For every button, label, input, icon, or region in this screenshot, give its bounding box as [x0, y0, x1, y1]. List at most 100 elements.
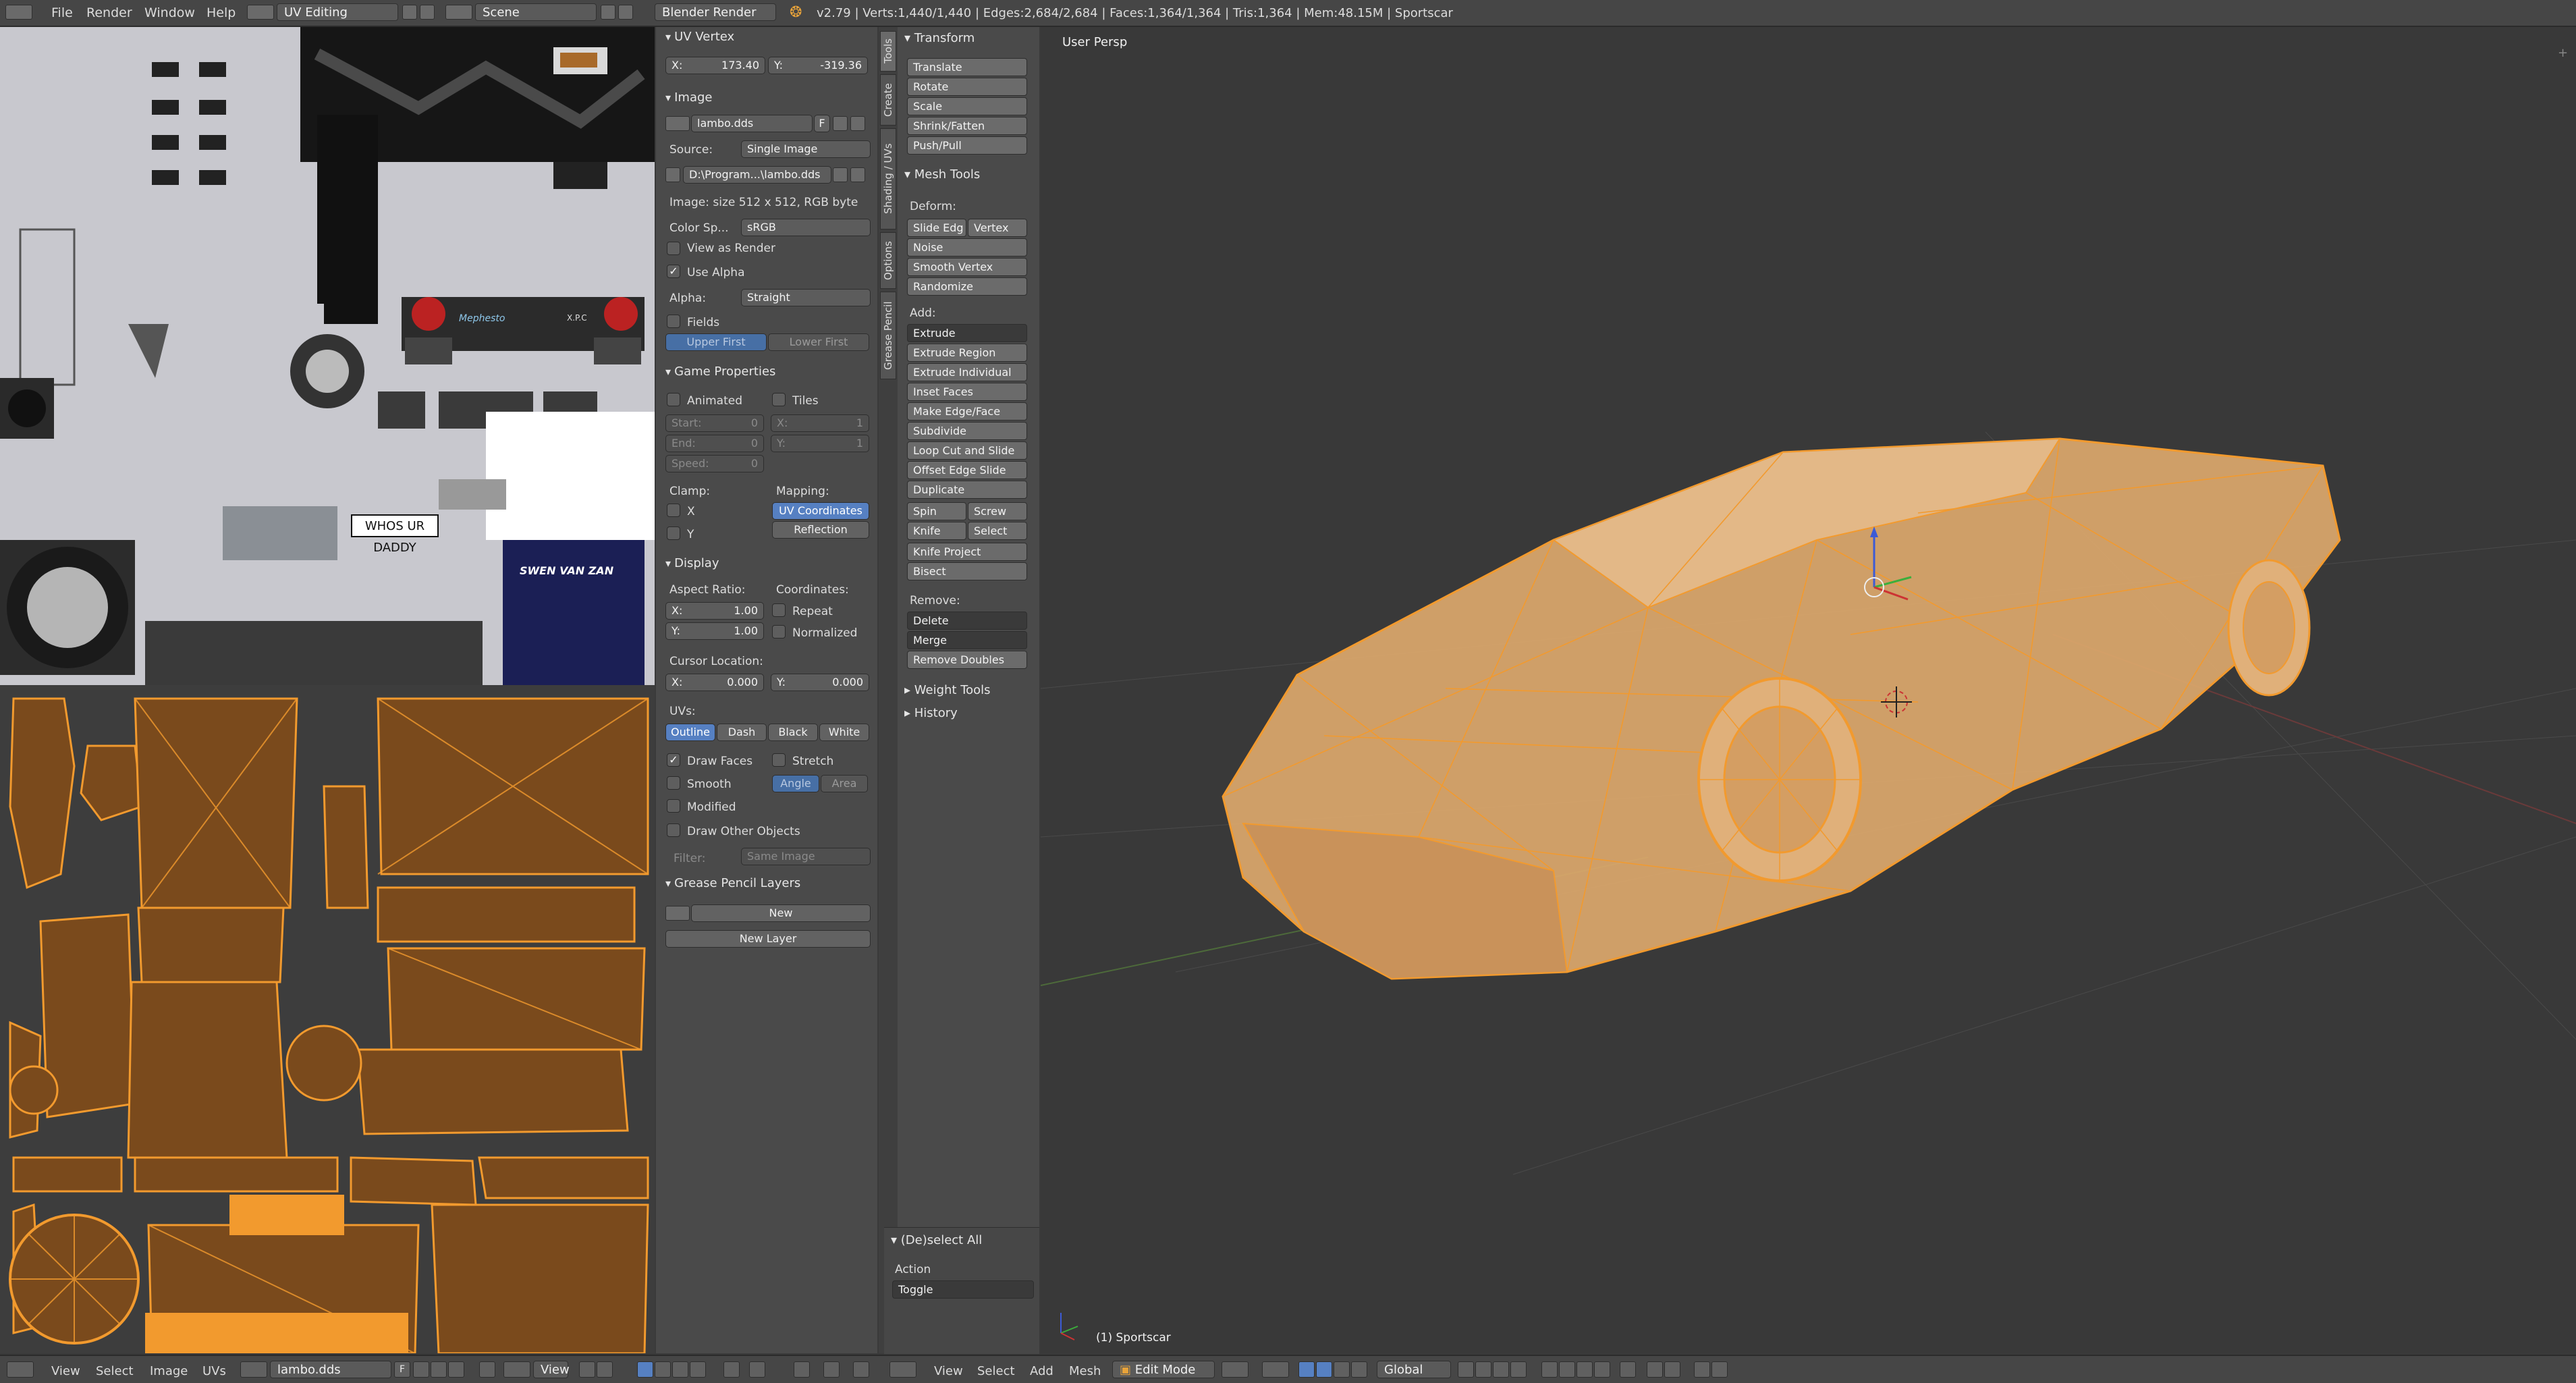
- proportional-editing-icon[interactable]: [1620, 1361, 1636, 1378]
- offset-edge-slide-button[interactable]: Offset Edge Slide: [907, 461, 1027, 479]
- lower-first-toggle[interactable]: Lower First: [768, 333, 869, 351]
- pivot-point-icon[interactable]: [1262, 1361, 1289, 1378]
- reflection-toggle[interactable]: Reflection: [772, 521, 869, 539]
- limit-selection-icon[interactable]: [1594, 1361, 1610, 1378]
- scale-manipulator-icon[interactable]: [1351, 1361, 1367, 1378]
- browse-path-icon[interactable]: [833, 167, 848, 182]
- new-image-icon[interactable]: [413, 1361, 429, 1378]
- mode-view-icon[interactable]: [503, 1361, 530, 1378]
- v3d-menu-select[interactable]: Select: [977, 1364, 1015, 1378]
- face-select-mode-icon[interactable]: [1577, 1361, 1593, 1378]
- knife-project-button[interactable]: Knife Project: [907, 543, 1027, 561]
- draw-faces-checkbox[interactable]: ✓: [667, 753, 680, 767]
- aspect-y-field[interactable]: Y: 1.00: [665, 622, 764, 640]
- knife-select-button[interactable]: Select: [968, 522, 1027, 540]
- spin-button[interactable]: Spin: [907, 502, 966, 520]
- snap-element-icon[interactable]: [1664, 1361, 1680, 1378]
- screen-layout-icon[interactable]: [247, 5, 274, 20]
- snap-icon[interactable]: [794, 1361, 810, 1378]
- view-as-render-checkbox[interactable]: [667, 242, 680, 255]
- menu-window[interactable]: Window: [144, 5, 195, 20]
- image-browse-icon[interactable]: [665, 116, 690, 131]
- use-alpha-checkbox[interactable]: ✓: [667, 265, 680, 278]
- cursor-x-field[interactable]: X: 0.000: [665, 674, 764, 691]
- viewport-shading-icon[interactable]: [1222, 1361, 1249, 1378]
- unlink-image-icon-bottom[interactable]: [448, 1361, 464, 1378]
- uv-draw-dash-toggle[interactable]: Dash: [717, 724, 767, 741]
- uv-islands[interactable]: [0, 685, 655, 1353]
- action-dropdown[interactable]: Toggle: [892, 1280, 1034, 1299]
- uv-vertex-y-field[interactable]: Y: -319.36: [768, 57, 868, 74]
- anim-end-field[interactable]: End: 0: [665, 435, 764, 452]
- sync-selection-icon[interactable]: [597, 1361, 613, 1378]
- opengl-render-icon[interactable]: [1694, 1361, 1710, 1378]
- section-uv-vertex[interactable]: UV Vertex: [665, 30, 734, 44]
- merge-dropdown[interactable]: Merge: [907, 631, 1027, 649]
- stretch-angle-toggle[interactable]: Angle: [772, 775, 819, 792]
- smooth-checkbox[interactable]: [667, 776, 680, 790]
- tab-tools[interactable]: Tools: [880, 31, 896, 72]
- v3d-menu-mesh[interactable]: Mesh: [1069, 1364, 1101, 1378]
- draw-other-objects-checkbox[interactable]: [667, 823, 680, 837]
- fields-checkbox[interactable]: [667, 315, 680, 328]
- uv-menu-uvs[interactable]: UVs: [202, 1364, 226, 1378]
- normalized-checkbox[interactable]: [772, 625, 786, 639]
- pivot-icon[interactable]: [579, 1361, 595, 1378]
- vertex-select-icon[interactable]: [637, 1361, 653, 1378]
- island-select-icon[interactable]: [690, 1361, 706, 1378]
- vertex-select-mode-icon[interactable]: [1541, 1361, 1558, 1378]
- stretch-checkbox[interactable]: [772, 753, 786, 767]
- translate-manipulator-icon[interactable]: [1316, 1361, 1332, 1378]
- tiles-checkbox[interactable]: [772, 393, 786, 406]
- tab-options[interactable]: Options: [880, 232, 896, 289]
- layer-icon-4[interactable]: [1510, 1361, 1527, 1378]
- add-layout-icon[interactable]: [402, 5, 417, 20]
- fake-user-icon-bottom[interactable]: F: [394, 1361, 410, 1378]
- aspect-x-field[interactable]: X: 1.00: [665, 602, 764, 620]
- extrude-dropdown[interactable]: Extrude: [907, 324, 1027, 342]
- section-history[interactable]: ▸ History: [904, 706, 958, 720]
- push-pull-button[interactable]: Push/Pull: [907, 136, 1027, 155]
- layer-icon-3[interactable]: [1493, 1361, 1509, 1378]
- section-grease-pencil[interactable]: Grease Pencil Layers: [665, 876, 800, 890]
- animated-checkbox[interactable]: [667, 393, 680, 406]
- smooth-vertex-button[interactable]: Smooth Vertex: [907, 258, 1027, 276]
- anim-start-field[interactable]: Start: 0: [665, 414, 764, 432]
- layer-icon-2[interactable]: [1475, 1361, 1491, 1378]
- uv-menu-select[interactable]: Select: [96, 1364, 134, 1378]
- image-path-field[interactable]: D:\Program...\lambo.dds: [683, 166, 831, 184]
- clamp-x-checkbox[interactable]: [667, 504, 680, 517]
- knife-button[interactable]: Knife: [907, 522, 966, 540]
- menu-help[interactable]: Help: [207, 5, 236, 20]
- uv-vertex-x-field[interactable]: X: 173.40: [665, 57, 765, 74]
- make-edge-face-button[interactable]: Make Edge/Face: [907, 402, 1027, 421]
- 3d-view-editor-type-icon[interactable]: [889, 1361, 916, 1378]
- new-layer-button[interactable]: New Layer: [665, 930, 871, 948]
- repeat-checkbox[interactable]: [772, 603, 786, 617]
- section-display[interactable]: Display: [665, 556, 719, 570]
- auto-update-icon[interactable]: [823, 1361, 840, 1378]
- tiles-x-field[interactable]: X: 1: [771, 414, 869, 432]
- inset-faces-button[interactable]: Inset Faces: [907, 383, 1027, 401]
- reload-image-icon[interactable]: [850, 167, 865, 182]
- snapping-icon[interactable]: [1647, 1361, 1663, 1378]
- uv-draw-white-toggle[interactable]: White: [819, 724, 869, 741]
- image-name-field[interactable]: lambo.dds: [691, 115, 813, 132]
- section-image[interactable]: Image: [665, 90, 712, 105]
- noise-button[interactable]: Noise: [907, 238, 1027, 256]
- new-grease-pencil-button[interactable]: New: [691, 904, 871, 922]
- remove-layout-icon[interactable]: [420, 5, 435, 20]
- tab-grease-pencil[interactable]: Grease Pencil: [880, 292, 896, 379]
- uv-menu-view[interactable]: View: [51, 1364, 80, 1378]
- uv-editor-type-icon[interactable]: [7, 1361, 34, 1378]
- tab-create[interactable]: Create: [880, 74, 896, 126]
- v3d-menu-view[interactable]: View: [934, 1364, 963, 1378]
- delete-dropdown[interactable]: Delete: [907, 612, 1027, 630]
- proportional-edit-icon[interactable]: [749, 1361, 765, 1378]
- section-game-properties[interactable]: Game Properties: [665, 364, 775, 379]
- uv-coordinates-toggle[interactable]: UV Coordinates: [772, 502, 869, 520]
- source-dropdown[interactable]: Single Image: [741, 140, 871, 158]
- bisect-button[interactable]: Bisect: [907, 562, 1027, 580]
- view-mode-dropdown[interactable]: View: [533, 1361, 570, 1378]
- uv-image-editor[interactable]: WHOS UR DADDY SWEN VAN ZAN Mephesto X.P.…: [0, 27, 655, 1353]
